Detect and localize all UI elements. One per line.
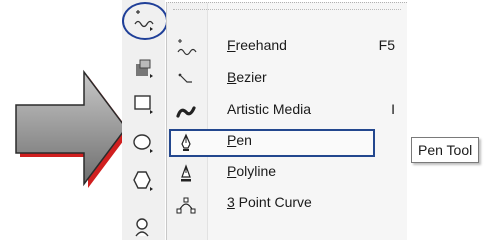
- menu-item-mnemonic: P: [227, 132, 237, 148]
- menu-item-label: olyline: [236, 163, 277, 179]
- menu-item-polyline[interactable]: Polyline: [167, 159, 407, 189]
- highlight-circle: [122, 2, 168, 40]
- active-item-highlight: [169, 129, 375, 157]
- 3-point-curve-icon: [175, 195, 197, 215]
- menu-item-label: en: [236, 132, 252, 148]
- rectangle-icon[interactable]: [122, 86, 165, 122]
- basic-shapes-icon[interactable]: [122, 210, 165, 240]
- menu-item-artistic-media[interactable]: Artistic Media I: [167, 97, 407, 127]
- menu-item-label: Point Curve: [234, 194, 312, 210]
- menu-tearoff-line: [173, 9, 401, 10]
- polyline-icon: [175, 164, 197, 184]
- menu-item-mnemonic: F: [227, 37, 236, 53]
- menu-item-bezier[interactable]: Bezier: [167, 65, 407, 95]
- bezier-icon: [175, 70, 197, 90]
- screenshot-stage: Freehand F5 Bezier Artistic Media I Pen …: [0, 0, 503, 240]
- menu-item-label: reehand: [235, 37, 287, 53]
- menu-item-mnemonic: P: [227, 163, 237, 179]
- menu-item-label: Artistic Media: [227, 101, 312, 117]
- smart-fill-icon[interactable]: [122, 50, 165, 86]
- menu-item-label: ezier: [236, 69, 267, 85]
- menu-item-freehand[interactable]: Freehand F5: [167, 33, 407, 63]
- artistic-media-icon: [175, 102, 197, 122]
- polygon-icon[interactable]: [122, 163, 165, 199]
- menu-item-pen[interactable]: Pen: [167, 128, 407, 158]
- menu-item-shortcut: F5: [378, 37, 395, 53]
- pen-icon: [175, 133, 197, 153]
- menu-item-mnemonic: B: [227, 69, 237, 85]
- menu-item-shortcut: I: [391, 101, 395, 117]
- freehand-icon: [175, 38, 197, 58]
- menu-item-3-point-curve[interactable]: 3 Point Curve: [167, 190, 407, 220]
- ellipse-icon[interactable]: [122, 125, 165, 161]
- pen-tool-tooltip: Pen Tool: [411, 137, 480, 163]
- curve-flyout-menu: Freehand F5 Bezier Artistic Media I Pen …: [166, 2, 407, 240]
- menu-item-mnemonic: 3: [227, 194, 235, 210]
